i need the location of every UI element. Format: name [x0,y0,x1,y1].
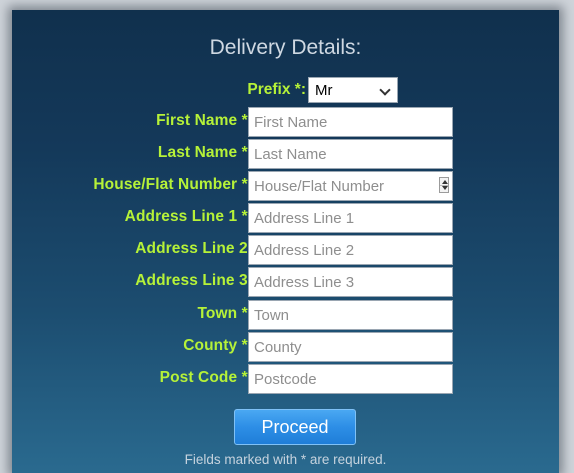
chevron-down-icon [379,84,391,96]
required-fields-note: Fields marked with * are required. [184,452,387,467]
first-name-row: First Name *: [12,107,559,137]
post-code-input[interactable] [248,364,453,394]
delivery-details-panel: Delivery Details: Prefix *: Mr First Nam… [12,10,559,473]
spinner-down-icon[interactable] [442,186,448,190]
address-line-1-label: Address Line 1 *: [124,208,253,225]
address-line-2-input[interactable] [248,235,453,265]
last-name-label: Last Name *: [157,144,253,161]
address-line-1-input[interactable] [248,203,453,233]
post-code-label: Post Code *: [159,369,253,386]
address-line-2-row: Address Line 2: [12,235,559,265]
house-number-label: House/Flat Number *: [93,176,253,193]
town-row: Town *: [12,300,559,330]
prefix-select[interactable]: Mr [308,77,398,103]
window-frame: Delivery Details: Prefix *: Mr First Nam… [0,0,574,473]
prefix-selected-value: Mr [315,82,333,99]
first-name-input[interactable] [248,107,453,137]
county-label: County *: [183,337,253,354]
first-name-label: First Name *: [156,112,253,129]
address-line-1-row: Address Line 1 *: [12,203,559,233]
spinner-up-icon[interactable] [442,180,448,184]
address-line-2-label: Address Line 2: [135,240,253,257]
address-line-3-input[interactable] [248,267,453,297]
address-line-3-row: Address Line 3: [12,267,559,297]
last-name-row: Last Name *: [12,139,559,169]
town-label: Town *: [197,305,253,322]
prefix-row: Prefix *: Mr [12,77,559,107]
form-title: Delivery Details: [209,36,362,59]
proceed-button[interactable]: Proceed [234,409,356,445]
number-spinner-icon[interactable] [439,177,449,193]
prefix-label: Prefix *: [247,81,306,98]
post-code-row: Post Code *: [12,364,559,394]
town-input[interactable] [248,300,453,330]
house-number-input[interactable] [248,171,453,201]
house-number-row: House/Flat Number *: [12,171,559,201]
county-row: County *: [12,332,559,362]
last-name-input[interactable] [248,139,453,169]
address-line-3-label: Address Line 3: [135,272,253,289]
county-input[interactable] [248,332,453,362]
